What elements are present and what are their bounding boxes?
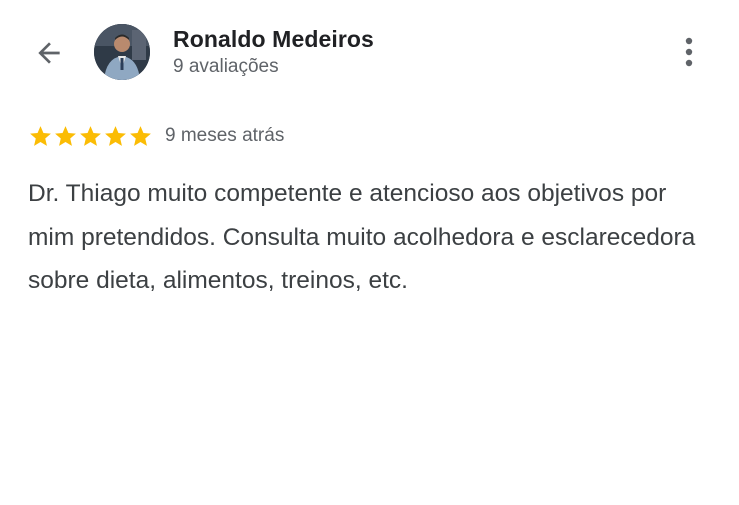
star-rating	[28, 124, 153, 149]
rating-row: 9 meses atrás	[28, 122, 284, 150]
star-icon	[130, 125, 151, 146]
review-time: 9 meses atrás	[165, 125, 285, 146]
arrow-back-icon	[38, 42, 60, 64]
avatar[interactable]	[94, 24, 150, 80]
review-text: Dr. Thiago muito competente e atencioso …	[28, 180, 696, 294]
back-button[interactable]	[28, 32, 70, 74]
reviewer-photo	[94, 24, 150, 80]
reviewer-name[interactable]: Ronaldo Medeiros	[173, 26, 374, 53]
more-vert-icon	[685, 37, 693, 67]
star-icon	[80, 125, 101, 146]
star-icon	[55, 125, 76, 146]
more-options-button[interactable]	[674, 32, 704, 72]
reviewer-header: Ronaldo Medeiros 9 avaliações	[0, 0, 739, 100]
star-icon	[30, 125, 51, 146]
review-count: 9 avaliações	[173, 56, 279, 77]
star-icon	[105, 125, 126, 146]
